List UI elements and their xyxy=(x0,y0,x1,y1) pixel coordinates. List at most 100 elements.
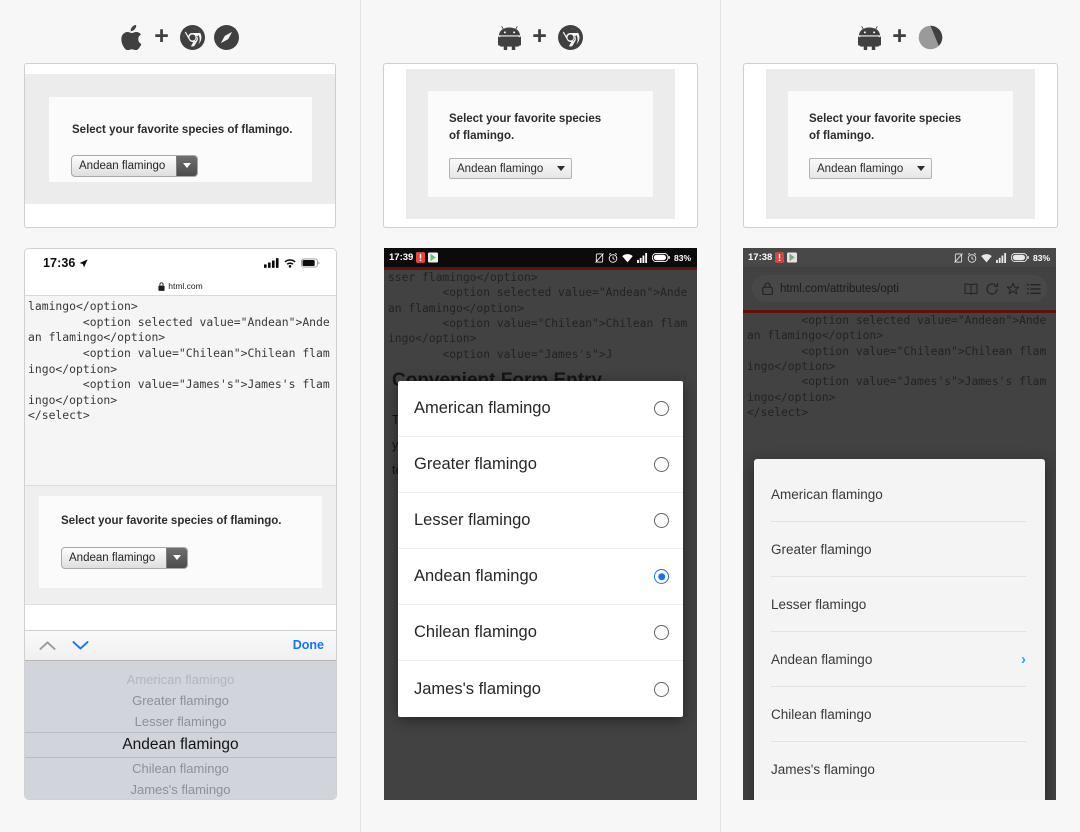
ios-status-bar: 17:36 xyxy=(25,249,336,277)
demo-content-area: Select your favorite species of flamingo… xyxy=(788,91,1013,197)
iphone-screenshot: 17:36 html.com lamingo</option> <option … xyxy=(24,248,337,800)
picker-option[interactable]: Greater flamingo xyxy=(25,690,336,711)
wifi-icon xyxy=(284,259,296,268)
ios-species-select[interactable]: Andean flamingo xyxy=(61,546,188,569)
location-arrow-icon xyxy=(80,258,89,267)
demo-page-bg: Select your favorite species of flamingo… xyxy=(25,74,335,204)
ios-page-filler xyxy=(25,603,336,630)
picker-option[interactable]: James's flamingo xyxy=(25,779,336,799)
radio-button[interactable] xyxy=(654,457,669,472)
dialog-option-label: Chilean flamingo xyxy=(414,623,537,641)
dialog-option-row[interactable]: James's flamingo xyxy=(398,661,683,717)
dialog-option-row-selected[interactable]: Andean flamingo xyxy=(398,549,683,605)
dialog-option-label: Greater flamingo xyxy=(771,542,872,557)
ios-picker-wheel[interactable]: American flamingo Greater flamingo Lesse… xyxy=(25,660,336,799)
android-icon xyxy=(498,25,522,50)
plus-separator: + xyxy=(532,21,547,50)
chevron-down-icon[interactable] xyxy=(166,547,187,568)
radio-button[interactable] xyxy=(654,625,669,640)
wifi-icon xyxy=(981,253,992,262)
picker-option[interactable]: Lesser flamingo xyxy=(25,711,336,732)
play-store-icon xyxy=(428,252,439,263)
radio-button[interactable] xyxy=(654,681,669,697)
opera-icon xyxy=(918,25,943,49)
dialog-option-label: Lesser flamingo xyxy=(771,597,867,612)
picker-option-selected[interactable]: Andean flamingo xyxy=(25,731,336,758)
android-chrome-screenshot: 17:39 83% sser flamingo</option> <option… xyxy=(384,248,697,800)
dialog-option-row-selected[interactable]: Andean flamingo › xyxy=(754,632,1045,687)
picker-option[interactable]: American flamingo xyxy=(25,669,336,690)
panel-android-chrome: + Select your favorite species of flamin… xyxy=(360,0,720,832)
demo-question-text: Select your favorite species of flamingo… xyxy=(449,113,602,142)
android-opera-desktop-demo-card: Select your favorite species of flamingo… xyxy=(743,63,1058,228)
android-clock: 17:38 xyxy=(748,252,773,263)
dialog-option-row[interactable]: Greater flamingo xyxy=(754,522,1045,577)
wifi-icon xyxy=(622,253,633,262)
demo-question-text: Select your favorite species of flamingo… xyxy=(809,113,962,142)
done-button[interactable]: Done xyxy=(293,638,324,652)
dialog-option-row[interactable]: Lesser flamingo xyxy=(754,577,1045,632)
battery-icon xyxy=(651,253,670,262)
dialog-option-row[interactable]: American flamingo xyxy=(398,381,683,437)
apple-icon xyxy=(121,24,142,50)
ios-input-accessory-bar: Done xyxy=(25,629,336,661)
chevron-down-icon[interactable] xyxy=(72,640,89,651)
dialog-option-label: James's flamingo xyxy=(414,679,541,698)
android-chrome-page: sser flamingo</option> <option selected … xyxy=(384,267,697,800)
panel-ios: + Select your favorite species of flamin… xyxy=(0,0,360,832)
species-select-android[interactable]: Andean flamingo xyxy=(809,158,933,180)
dialog-option-row[interactable]: James's flamingo xyxy=(754,742,1045,797)
battery-percentage: 83% xyxy=(673,252,691,263)
demo-question-text: Select your favorite species of flamingo… xyxy=(72,124,293,136)
android-icon xyxy=(858,25,882,50)
ios-demo-question: Select your favorite species of flamingo… xyxy=(61,515,282,527)
dialog-option-row[interactable]: Chilean flamingo xyxy=(754,687,1045,742)
dialog-option-row[interactable]: Greater flamingo xyxy=(398,437,683,493)
chevron-down-icon xyxy=(557,166,566,172)
android-clock: 17:39 xyxy=(389,252,414,263)
demo-content-area: Select your favorite species of flamingo… xyxy=(428,91,653,197)
cellular-signal-icon xyxy=(264,258,279,268)
species-select-android[interactable]: Andean flamingo xyxy=(449,158,573,180)
lock-icon xyxy=(158,281,165,291)
dialog-option-row[interactable]: American flamingo xyxy=(754,467,1045,522)
battery-icon xyxy=(301,258,320,268)
ios-code-block: lamingo</option> <option selected value=… xyxy=(25,296,336,486)
battery-icon xyxy=(1010,253,1029,262)
notification-badge-icon xyxy=(775,252,785,263)
chevron-right-icon: › xyxy=(1021,651,1026,668)
android-status-bar: 17:38 83% xyxy=(743,248,1056,267)
chevron-down-icon xyxy=(917,166,926,172)
ios-desktop-demo-card: Select your favorite species of flamingo… xyxy=(24,63,336,228)
ios-demo-area: Select your favorite species of flamingo… xyxy=(25,486,336,604)
chrome-icon xyxy=(179,24,205,50)
ios-url-bar[interactable]: html.com xyxy=(25,277,336,296)
dialog-option-row[interactable]: Lesser flamingo xyxy=(398,493,683,549)
chevron-up-icon[interactable] xyxy=(39,640,56,651)
android-opera-screenshot: 17:38 83% html.com/attributes/opti <opti… xyxy=(743,248,1056,800)
chrome-icon xyxy=(557,24,583,50)
dialog-option-row[interactable]: Chilean flamingo xyxy=(398,605,683,661)
android-chrome-desktop-demo-card: Select your favorite species of flamingo… xyxy=(383,63,698,228)
chrome-select-dialog[interactable]: American flamingo Greater flamingo Lesse… xyxy=(398,381,683,717)
dialog-option-label: American flamingo xyxy=(414,399,551,417)
demo-page-bg: Select your favorite species of flamingo… xyxy=(406,69,675,219)
battery-percentage: 83% xyxy=(1032,252,1050,263)
ios-clock: 17:36 xyxy=(43,256,76,270)
demo-content-area: Select your favorite species of flamingo… xyxy=(49,97,312,182)
radio-button-selected[interactable] xyxy=(654,569,669,584)
play-store-icon xyxy=(787,252,798,263)
radio-button[interactable] xyxy=(654,401,669,416)
species-select-value: Andean flamingo xyxy=(79,159,166,172)
species-select-value: Andean flamingo xyxy=(817,162,904,175)
picker-option[interactable]: Chilean flamingo xyxy=(25,758,336,779)
chevron-down-icon[interactable] xyxy=(176,155,197,176)
cellular-signal-icon xyxy=(996,252,1007,263)
species-select-mac[interactable]: Andean flamingo xyxy=(71,154,198,177)
plus-separator: + xyxy=(892,21,907,50)
opera-select-dialog[interactable]: American flamingo Greater flamingo Lesse… xyxy=(754,459,1045,800)
safari-icon xyxy=(213,24,239,50)
cellular-signal-icon xyxy=(637,252,648,263)
panel-android-opera: + Select your favorite species of flamin… xyxy=(720,0,1080,832)
radio-button[interactable] xyxy=(654,513,669,528)
